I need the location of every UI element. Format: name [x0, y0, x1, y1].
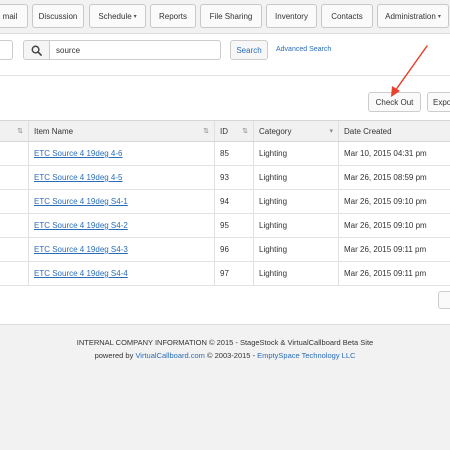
sort-icon: ⇅ [203, 128, 209, 135]
nav-discussion-button[interactable]: Discussion [32, 4, 84, 28]
nav-reports-label: Reports [158, 11, 187, 21]
advanced-search-link[interactable]: Advanced Search [276, 46, 331, 53]
nav-contacts-button[interactable]: Contacts [321, 4, 373, 28]
search-icon [23, 40, 50, 60]
item-name-link[interactable]: ETC Source 4 19deg S4-1 [28, 190, 214, 213]
search-input[interactable] [49, 40, 221, 60]
table-row[interactable]: ETC Source 4 19deg S4-2 95 Lighting Mar … [0, 214, 450, 238]
row-select-cell[interactable] [0, 166, 28, 189]
column-header-item-name[interactable]: Item Name ⇅ [28, 121, 214, 141]
item-category: Lighting [253, 238, 338, 261]
item-date-created: Mar 26, 2015 09:11 pm [338, 238, 450, 261]
item-category: Lighting [253, 142, 338, 165]
sort-icon: ⇅ [17, 128, 23, 135]
item-date-created: Mar 10, 2015 04:31 pm [338, 142, 450, 165]
row-select-cell[interactable] [0, 142, 28, 165]
check-out-button[interactable]: Check Out [368, 92, 421, 112]
top-navbar: mail Discussion Schedule ▾ Reports File S… [0, 0, 450, 34]
nav-schedule-label: Schedule [98, 11, 132, 21]
column-header-label: Category [259, 126, 292, 136]
emptyspace-link[interactable]: EmptySpace Technology LLC [257, 351, 355, 360]
row-select-cell[interactable] [0, 190, 28, 213]
nav-discussion-label: Discussion [38, 11, 78, 21]
nav-reports-button[interactable]: Reports [150, 4, 196, 28]
pagination-button[interactable] [438, 291, 450, 309]
item-category: Lighting [253, 166, 338, 189]
footer-copyright: INTERNAL COMPANY INFORMATION © 2015 - St… [76, 338, 374, 347]
table-row[interactable]: ETC Source 4 19deg 4-6 85 Lighting Mar 1… [0, 142, 450, 166]
column-header-label: Date Created [344, 126, 392, 136]
nav-contacts-label: Contacts [331, 11, 363, 21]
item-id: 85 [214, 142, 253, 165]
item-id: 94 [214, 190, 253, 213]
column-header-date-created[interactable]: Date Created [338, 121, 450, 141]
table-row[interactable]: ETC Source 4 19deg S4-3 96 Lighting Mar … [0, 238, 450, 262]
sort-icon: ⇅ [242, 128, 248, 135]
item-id: 95 [214, 214, 253, 237]
item-category: Lighting [253, 190, 338, 213]
chevron-down-icon: ▾ [133, 13, 137, 20]
divider [0, 75, 450, 76]
search-button[interactable]: Search [230, 40, 268, 60]
nav-file-sharing-label: File Sharing [209, 11, 253, 21]
row-select-cell[interactable] [0, 262, 28, 285]
chevron-down-icon: ▾ [437, 13, 441, 20]
chevron-down-icon: ▾ [329, 128, 333, 135]
nav-administration-button[interactable]: Administration ▾ [377, 4, 449, 28]
item-id: 97 [214, 262, 253, 285]
item-name-link[interactable]: ETC Source 4 19deg S4-3 [28, 238, 214, 261]
row-select-cell[interactable] [0, 214, 28, 237]
item-id: 96 [214, 238, 253, 261]
column-header-id[interactable]: ID ⇅ [214, 121, 253, 141]
checkbox-column-header[interactable]: ⇅ [0, 121, 28, 141]
table-header-row: ⇅ Item Name ⇅ ID ⇅ Category ▾ Date Created [0, 120, 450, 142]
nav-inventory-button[interactable]: Inventory [266, 4, 317, 28]
item-name-link[interactable]: ETC Source 4 19deg S4-4 [28, 262, 214, 285]
column-header-label: ID [220, 126, 228, 136]
item-date-created: Mar 26, 2015 09:10 pm [338, 190, 450, 213]
item-name-link[interactable]: ETC Source 4 19deg 4-5 [28, 166, 214, 189]
nav-schedule-button[interactable]: Schedule ▾ [89, 4, 146, 28]
footer-middle-text: © 2003-2015 - [204, 351, 258, 360]
row-select-cell[interactable] [0, 238, 28, 261]
footer-powered-prefix: powered by [94, 351, 136, 360]
filter-input[interactable] [0, 40, 13, 60]
item-date-created: Mar 26, 2015 09:10 pm [338, 214, 450, 237]
page-footer: INTERNAL COMPANY INFORMATION © 2015 - St… [0, 324, 450, 450]
check-out-label: Check Out [375, 97, 414, 107]
nav-email-button[interactable]: mail [0, 4, 28, 28]
search-button-label: Search [236, 45, 262, 55]
item-date-created: Mar 26, 2015 09:11 pm [338, 262, 450, 285]
item-name-link[interactable]: ETC Source 4 19deg 4-6 [28, 142, 214, 165]
item-id: 93 [214, 166, 253, 189]
column-header-label: Item Name [34, 126, 74, 136]
nav-file-sharing-button[interactable]: File Sharing [200, 4, 262, 28]
item-name-link[interactable]: ETC Source 4 19deg S4-2 [28, 214, 214, 237]
item-category: Lighting [253, 262, 338, 285]
table-row[interactable]: ETC Source 4 19deg 4-5 93 Lighting Mar 2… [0, 166, 450, 190]
item-date-created: Mar 26, 2015 08:59 pm [338, 166, 450, 189]
nav-inventory-label: Inventory [275, 11, 308, 21]
nav-email-label: mail [2, 11, 18, 21]
virtualcallboard-link[interactable]: VirtualCallboard.com [135, 351, 204, 360]
export-label: Expo [433, 97, 450, 107]
export-button[interactable]: Expo [427, 92, 450, 112]
item-category: Lighting [253, 214, 338, 237]
table-row[interactable]: ETC Source 4 19deg S4-1 94 Lighting Mar … [0, 190, 450, 214]
column-header-category[interactable]: Category ▾ [253, 121, 338, 141]
nav-administration-label: Administration [385, 11, 436, 21]
table-row[interactable]: ETC Source 4 19deg S4-4 97 Lighting Mar … [0, 262, 450, 286]
footer-powered-by: powered by VirtualCallboard.com © 2003-2… [0, 351, 450, 360]
search-bar: Search Advanced Search [0, 34, 450, 66]
